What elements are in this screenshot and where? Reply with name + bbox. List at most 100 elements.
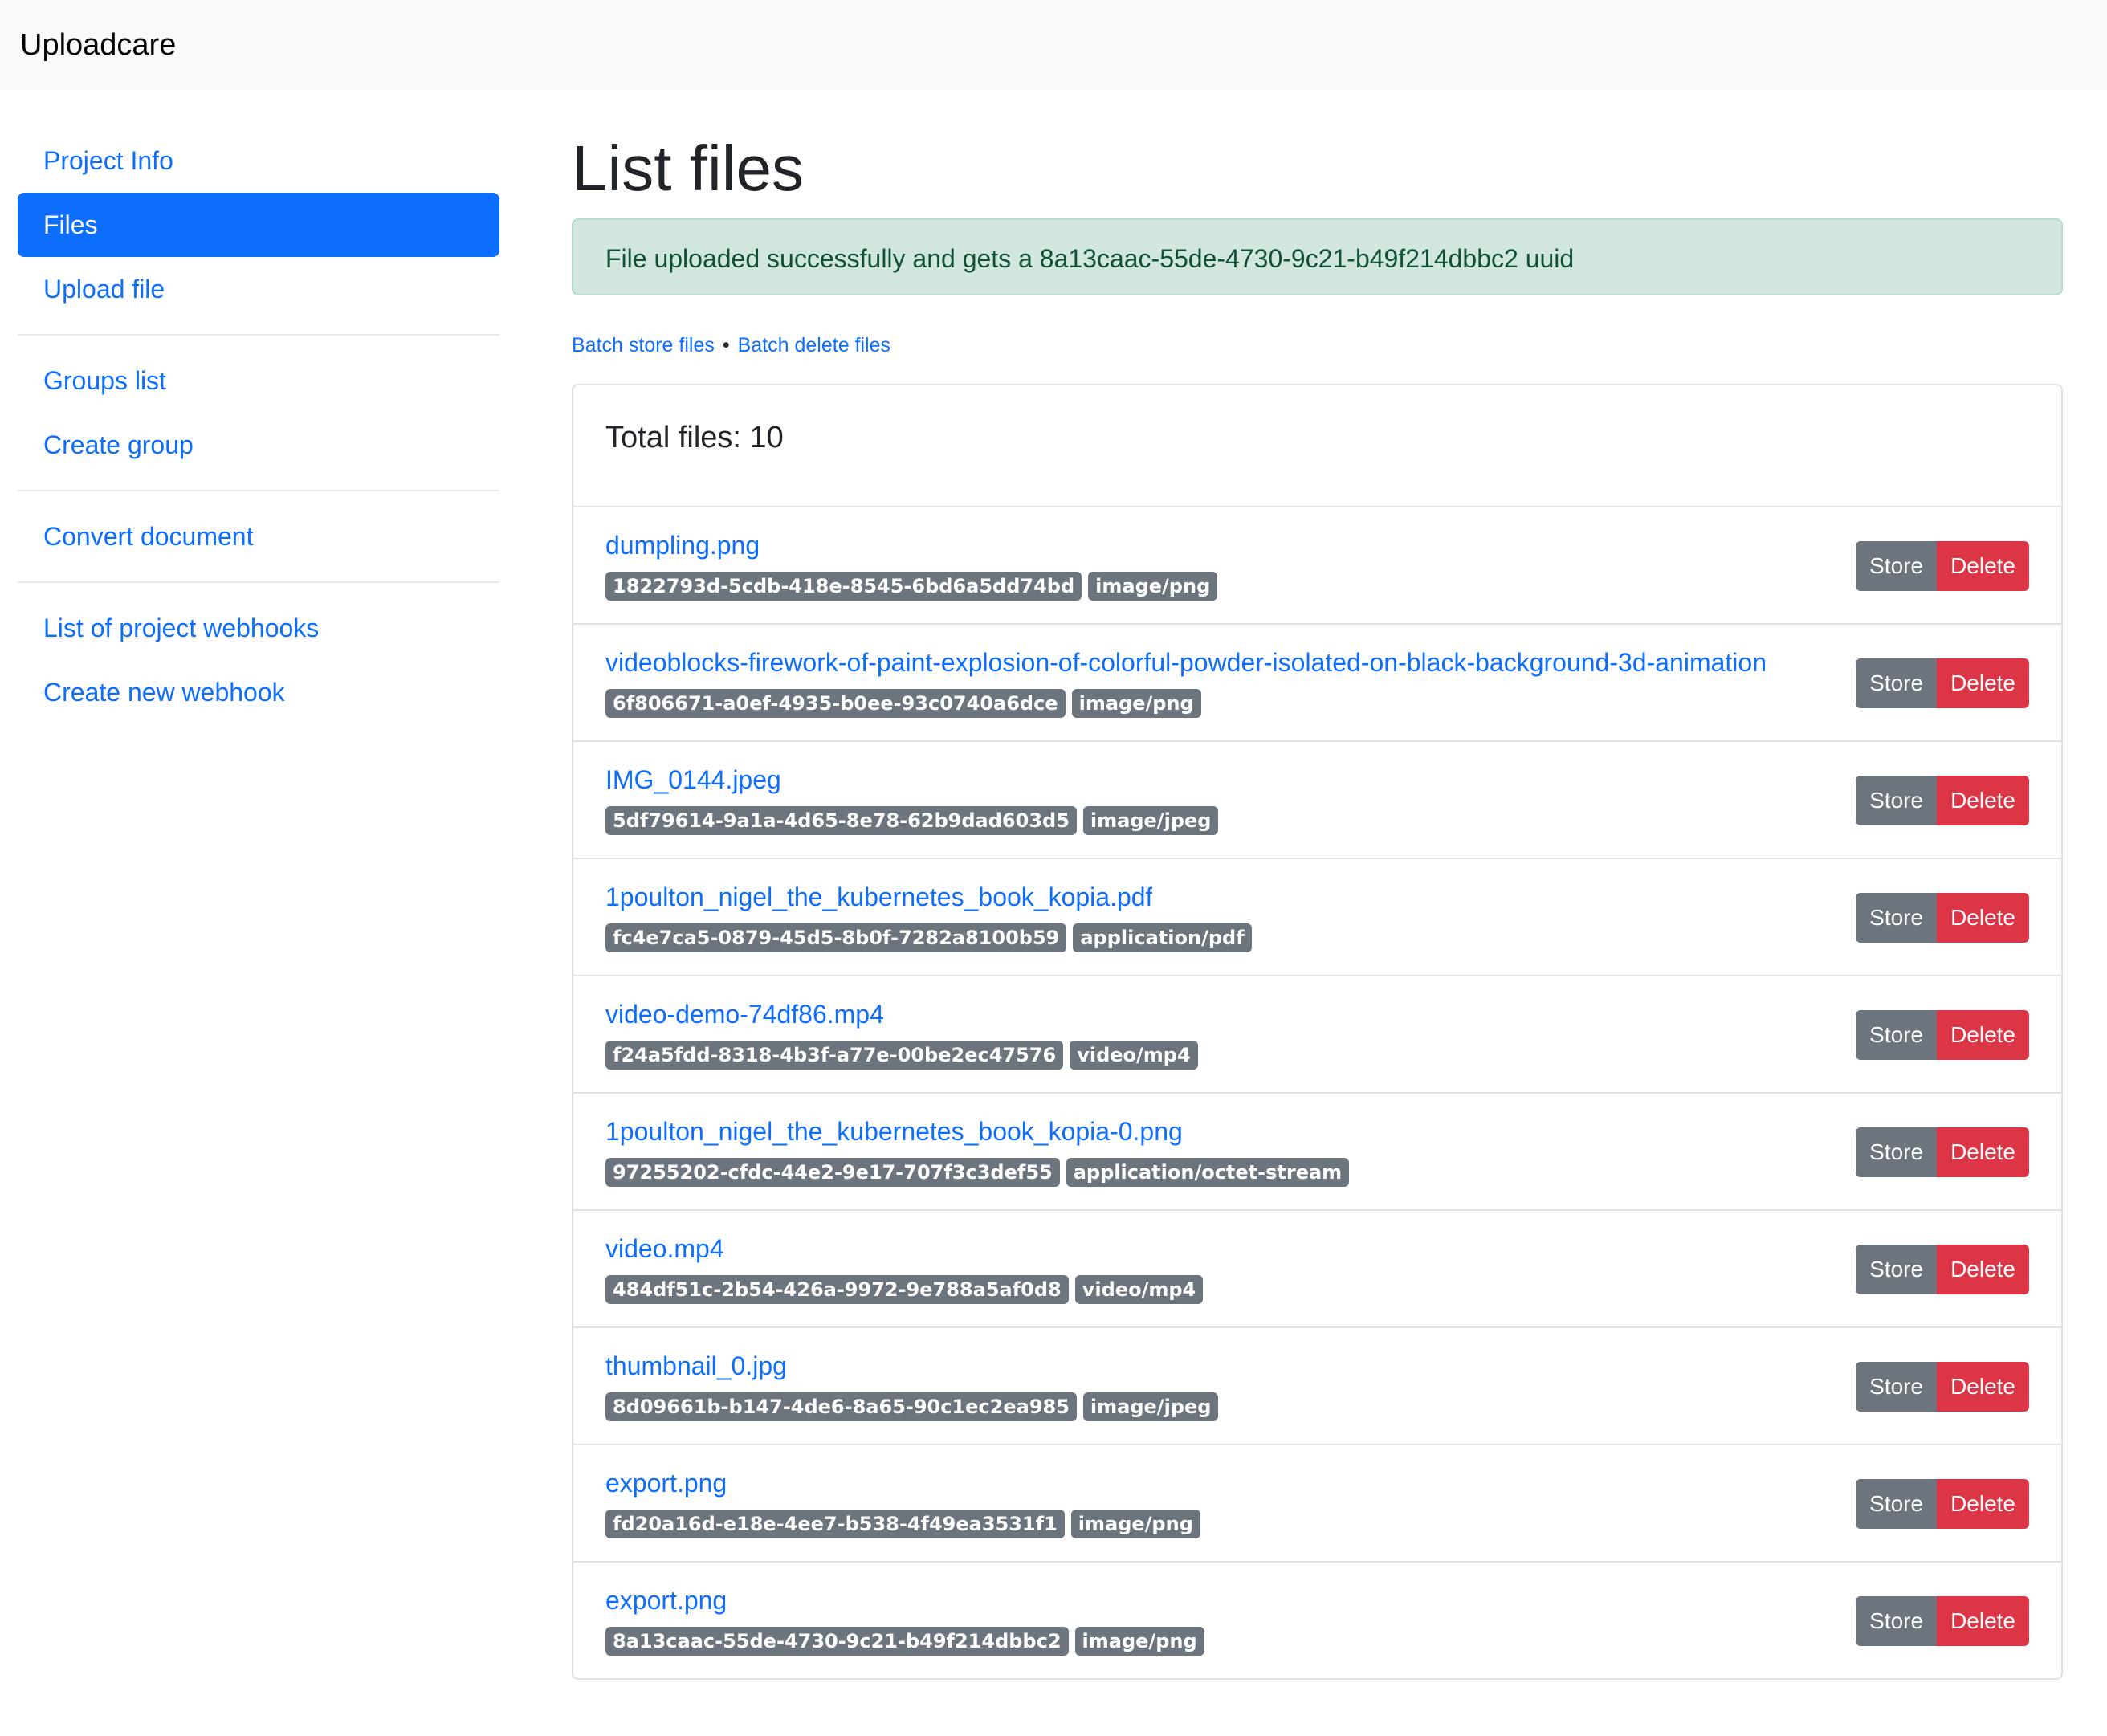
page-title: List files xyxy=(572,132,804,204)
store-button[interactable]: Store xyxy=(1856,1010,1938,1060)
file-badges: 1822793d-5cdb-418e-8545-6bd6a5dd74bd imag… xyxy=(605,572,1224,601)
nav-divider xyxy=(18,581,499,583)
file-actions: Store Delete xyxy=(1856,1010,2029,1060)
delete-button[interactable]: Delete xyxy=(1937,1362,2029,1412)
uuid-badge: 8a13caac-55de-4730-9c21-b49f214dbbc2 xyxy=(605,1627,1069,1656)
file-actions: Store Delete xyxy=(1856,1245,2029,1294)
brand-link[interactable]: Uploadcare xyxy=(20,24,176,66)
delete-button[interactable]: Delete xyxy=(1937,541,2029,591)
uuid-badge: f24a5fdd-8318-4b3f-a77e-00be2ec47576 xyxy=(605,1041,1064,1070)
file-badges: f24a5fdd-8318-4b3f-a77e-00be2ec47576 vide… xyxy=(605,1041,1204,1070)
file-row: export.png fd20a16d-e18e-4ee7-b538-4f49ea… xyxy=(573,1445,2061,1563)
file-actions: Store Delete xyxy=(1856,1479,2029,1529)
store-button[interactable]: Store xyxy=(1856,1596,1938,1646)
file-actions: Store Delete xyxy=(1856,1596,2029,1646)
file-row: 1poulton_nigel_the_kubernetes_book_kopia… xyxy=(573,1094,2061,1211)
file-list: dumpling.png 1822793d-5cdb-418e-8545-6bd6… xyxy=(573,507,2061,1678)
delete-button[interactable]: Delete xyxy=(1937,1245,2029,1294)
file-badges: 484df51c-2b54-426a-9972-9e788a5af0d8 vide… xyxy=(605,1275,1209,1304)
file-badges: 97255202-cfdc-44e2-9e17-707f3c3def55 appl… xyxy=(605,1158,1355,1187)
uuid-badge: 97255202-cfdc-44e2-9e17-707f3c3def55 xyxy=(605,1158,1060,1187)
mime-type-badge: image/png xyxy=(1071,689,1201,718)
delete-button[interactable]: Delete xyxy=(1937,1596,2029,1646)
sidebar-item-create-new-webhook[interactable]: Create new webhook xyxy=(18,660,499,724)
store-button[interactable]: Store xyxy=(1856,1127,1938,1177)
file-name-link[interactable]: export.png xyxy=(605,1466,727,1500)
uuid-badge: fd20a16d-e18e-4ee7-b538-4f49ea3531f1 xyxy=(605,1510,1065,1538)
file-actions: Store Delete xyxy=(1856,541,2029,591)
file-badges: 5df79614-9a1a-4d65-8e78-62b9dad603d5 imag… xyxy=(605,806,1225,835)
file-actions: Store Delete xyxy=(1856,776,2029,825)
mime-type-badge: image/jpeg xyxy=(1082,806,1219,835)
mime-type-badge: video/mp4 xyxy=(1070,1041,1198,1070)
file-name-link[interactable]: video-demo-74df86.mp4 xyxy=(605,997,884,1031)
sidebar-item-project-info[interactable]: Project Info xyxy=(18,128,499,193)
mime-type-badge: image/png xyxy=(1070,1510,1200,1538)
file-name-link[interactable]: thumbnail_0.jpg xyxy=(605,1349,787,1383)
file-badges: 6f806671-a0ef-4935-b0ee-93c0740a6dce imag… xyxy=(605,689,1208,718)
store-button[interactable]: Store xyxy=(1856,541,1938,591)
file-badges: 8a13caac-55de-4730-9c21-b49f214dbbc2 imag… xyxy=(605,1627,1211,1656)
file-name-link[interactable]: 1poulton_nigel_the_kubernetes_book_kopia… xyxy=(605,1115,1183,1148)
file-name-link[interactable]: dumpling.png xyxy=(605,528,760,562)
file-badges: fd20a16d-e18e-4ee7-b538-4f49ea3531f1 imag… xyxy=(605,1510,1207,1538)
main-content: List files File uploaded successfully an… xyxy=(572,128,2063,1680)
file-actions: Store Delete xyxy=(1856,658,2029,708)
file-name-link[interactable]: export.png xyxy=(605,1583,727,1617)
file-name-link[interactable]: videoblocks-firework-of-paint-explosion-… xyxy=(605,646,1767,679)
file-actions: Store Delete xyxy=(1856,1362,2029,1412)
delete-button[interactable]: Delete xyxy=(1937,658,2029,708)
sidebar-item-files[interactable]: Files xyxy=(18,193,499,257)
store-button[interactable]: Store xyxy=(1856,1245,1938,1294)
batch-delete-link[interactable]: Batch delete files xyxy=(738,334,890,357)
file-name-link[interactable]: IMG_0144.jpeg xyxy=(605,763,781,797)
store-button[interactable]: Store xyxy=(1856,1479,1938,1529)
delete-button[interactable]: Delete xyxy=(1937,893,2029,943)
delete-button[interactable]: Delete xyxy=(1937,1010,2029,1060)
nav-divider xyxy=(18,334,499,336)
sidebar-item-groups-list[interactable]: Groups list xyxy=(18,348,499,413)
uuid-badge: 8d09661b-b147-4de6-8a65-90c1ec2ea985 xyxy=(605,1392,1077,1421)
files-card: Total files: 10 dumpling.png 1822793d-5cd… xyxy=(572,384,2063,1680)
file-badges: fc4e7ca5-0879-45d5-8b0f-7282a8100b59 appl… xyxy=(605,923,1258,952)
mime-type-badge: image/jpeg xyxy=(1082,1392,1219,1421)
top-navbar: Uploadcare xyxy=(0,0,2107,90)
sidebar-item-list-of-project-webhooks[interactable]: List of project webhooks xyxy=(18,596,499,660)
sidebar-item-convert-document[interactable]: Convert document xyxy=(18,504,499,568)
store-button[interactable]: Store xyxy=(1856,658,1938,708)
file-actions: Store Delete xyxy=(1856,1127,2029,1177)
store-button[interactable]: Store xyxy=(1856,1362,1938,1412)
success-alert: File uploaded successfully and gets a 8a… xyxy=(572,218,2063,295)
uuid-badge: 5df79614-9a1a-4d65-8e78-62b9dad603d5 xyxy=(605,806,1077,835)
file-name-link[interactable]: video.mp4 xyxy=(605,1232,724,1265)
sidebar-nav: Project Info Files Upload file Groups list C… xyxy=(18,128,499,724)
mime-type-badge: application/octet-stream xyxy=(1066,1158,1350,1187)
uuid-badge: 1822793d-5cdb-418e-8545-6bd6a5dd74bd xyxy=(605,572,1082,601)
file-actions: Store Delete xyxy=(1856,893,2029,943)
store-button[interactable]: Store xyxy=(1856,776,1938,825)
file-row: thumbnail_0.jpg 8d09661b-b147-4de6-8a65-9… xyxy=(573,1328,2061,1445)
nav-divider xyxy=(18,490,499,491)
delete-button[interactable]: Delete xyxy=(1937,1479,2029,1529)
file-row: video-demo-74df86.mp4 f24a5fdd-8318-4b3f-… xyxy=(573,976,2061,1094)
sidebar-item-upload-file[interactable]: Upload file xyxy=(18,257,499,321)
mime-type-badge: application/pdf xyxy=(1073,923,1252,952)
file-row: videoblocks-firework-of-paint-explosion-… xyxy=(573,625,2061,742)
batch-actions: Batch store files • Batch delete files xyxy=(572,331,2063,360)
file-row: video.mp4 484df51c-2b54-426a-9972-9e788a5… xyxy=(573,1211,2061,1328)
file-badges: 8d09661b-b147-4de6-8a65-90c1ec2ea985 imag… xyxy=(605,1392,1225,1421)
sidebar-item-create-group[interactable]: Create group xyxy=(18,413,499,477)
batch-store-link[interactable]: Batch store files xyxy=(572,334,715,357)
file-row: dumpling.png 1822793d-5cdb-418e-8545-6bd6… xyxy=(573,507,2061,625)
store-button[interactable]: Store xyxy=(1856,893,1938,943)
mime-type-badge: video/mp4 xyxy=(1074,1275,1204,1304)
file-row: export.png 8a13caac-55de-4730-9c21-b49f21… xyxy=(573,1563,2061,1678)
file-name-link[interactable]: 1poulton_nigel_the_kubernetes_book_kopia… xyxy=(605,880,1152,914)
file-row: 1poulton_nigel_the_kubernetes_book_kopia… xyxy=(573,859,2061,976)
file-row: IMG_0144.jpeg 5df79614-9a1a-4d65-8e78-62b… xyxy=(573,742,2061,859)
total-files-header: Total files: 10 xyxy=(573,385,2061,507)
uuid-badge: 6f806671-a0ef-4935-b0ee-93c0740a6dce xyxy=(605,689,1066,718)
delete-button[interactable]: Delete xyxy=(1937,1127,2029,1177)
mime-type-badge: image/png xyxy=(1088,572,1218,601)
delete-button[interactable]: Delete xyxy=(1937,776,2029,825)
